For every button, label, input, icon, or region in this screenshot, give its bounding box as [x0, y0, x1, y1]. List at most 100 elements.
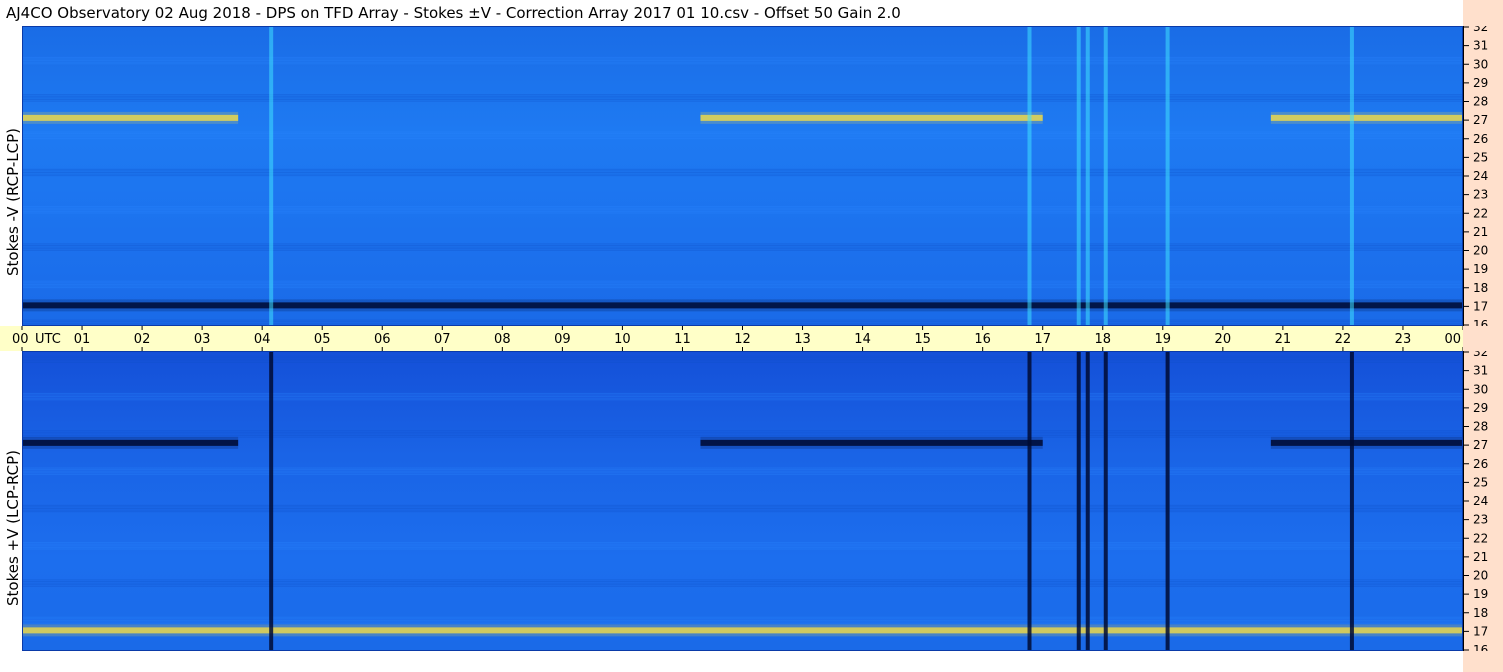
noise-line [22, 543, 1463, 545]
noise-line [22, 357, 1463, 359]
frequency-tick-label: 23 [1473, 188, 1488, 202]
time-tick-label: 17 [1034, 332, 1051, 347]
time-tick-label: 15 [914, 332, 931, 347]
noise-line [22, 358, 1463, 360]
frequency-tick-label: 29 [1473, 76, 1488, 90]
noise-line [22, 206, 1463, 208]
frequency-tick-label: 16 [1473, 318, 1488, 326]
noise-line [22, 133, 1463, 135]
time-tick-label: 20 [1215, 332, 1232, 347]
noise-line [22, 506, 1463, 508]
noise-line [22, 399, 1463, 401]
horizontal-band-glow [1270, 111, 1463, 124]
frequency-tick-label: 32 [1473, 351, 1488, 359]
time-tick-label: 04 [254, 332, 271, 347]
frequency-tick-label: 29 [1473, 401, 1488, 415]
vertical-band [1085, 26, 1090, 326]
time-tick-label: 19 [1155, 332, 1172, 347]
time-tick-label: 09 [554, 332, 571, 347]
vertical-band [1076, 26, 1081, 326]
frequency-tick-label: 24 [1473, 494, 1488, 508]
vertical-band [1103, 351, 1108, 651]
noise-line [22, 137, 1463, 139]
horizontal-band-glow [22, 111, 239, 124]
frequency-tick-label: 28 [1473, 420, 1488, 434]
noise-line [22, 173, 1463, 175]
frequency-tick-label: 30 [1473, 57, 1488, 71]
time-tick-label: 12 [734, 332, 751, 347]
noise-line [22, 283, 1463, 285]
noise-line [22, 58, 1463, 60]
frequency-tick-label: 31 [1473, 364, 1488, 378]
vertical-band [1349, 351, 1354, 651]
noise-line [22, 511, 1463, 513]
time-tick-label: 21 [1275, 332, 1292, 347]
frequency-tick-label: 20 [1473, 569, 1488, 583]
noise-line [22, 546, 1463, 548]
noise-line [22, 581, 1463, 582]
noise-line [22, 585, 1463, 587]
noise-line [22, 542, 1463, 544]
horizontal-band-glow [22, 436, 239, 449]
time-axis-bar: 00 01 02 03 04 05 06 07 08 09 10 11 12 13 14 15 16 17 18 19… [0, 326, 1489, 351]
time-unit-label: UTC [35, 332, 61, 347]
frequency-tick-label: 27 [1473, 113, 1488, 127]
frequency-tick-label: 21 [1473, 550, 1488, 564]
noise-line [22, 469, 1463, 471]
noise-line [22, 472, 1463, 474]
noise-line [22, 584, 1463, 586]
noise-line [22, 433, 1463, 435]
noise-line [22, 100, 1463, 102]
noise-line [22, 392, 1463, 394]
frequency-tick-label: 25 [1473, 475, 1488, 489]
time-tick-label: 00 [1444, 332, 1461, 347]
vertical-band [269, 351, 274, 651]
noise-line [22, 321, 1463, 323]
noise-line [22, 582, 1463, 584]
noise-line [22, 172, 1463, 173]
time-tick-label: 02 [134, 332, 151, 347]
frequency-tick-label: 16 [1473, 643, 1488, 651]
noise-line [22, 245, 1463, 246]
time-tick-label: 16 [974, 332, 991, 347]
noise-line [22, 175, 1463, 177]
frequency-tick-label: 17 [1473, 624, 1488, 638]
vertical-band [1165, 26, 1170, 326]
time-tick-label: 10 [614, 332, 631, 347]
noise-line [22, 467, 1463, 469]
time-tick-label: 01 [74, 332, 91, 347]
frequency-tick-label: 28 [1473, 95, 1488, 109]
frequency-tick-label: 25 [1473, 150, 1488, 164]
noise-line [22, 207, 1463, 209]
horizontal-band-glow [22, 299, 1463, 312]
spectrogram-window: AJ4CO Observatory 02 Aug 2018 - DPS on T… [0, 0, 1503, 672]
frequency-tick-label: 30 [1473, 382, 1488, 396]
noise-line [22, 212, 1463, 214]
noise-line [22, 623, 1463, 625]
noise-line [22, 168, 1463, 170]
noise-line [22, 210, 1463, 212]
noise-line [22, 243, 1463, 245]
vertical-band [1085, 351, 1090, 651]
noise-line [22, 362, 1463, 363]
time-tick-label: 03 [194, 332, 211, 347]
frequency-tick-label: 21 [1473, 225, 1488, 239]
noise-line [22, 545, 1463, 547]
vertical-band [1076, 351, 1081, 651]
frequency-tick-label: 27 [1473, 438, 1488, 452]
frequency-tick-label: 19 [1473, 587, 1488, 601]
noise-line [22, 287, 1463, 289]
top-spectrogram [22, 26, 1463, 326]
noise-line [22, 134, 1463, 136]
frequency-tick-label: 18 [1473, 281, 1488, 295]
noise-line [22, 246, 1463, 248]
horizontal-band-glow [1270, 436, 1463, 449]
vertical-band [269, 26, 274, 326]
noise-line [22, 509, 1463, 511]
bottom-spectrogram [22, 351, 1463, 651]
noise-line [22, 579, 1463, 581]
time-tick-label: 00 [12, 332, 29, 347]
noise-line [22, 322, 1463, 324]
noise-line [22, 396, 1463, 398]
time-tick-label: 07 [434, 332, 451, 347]
